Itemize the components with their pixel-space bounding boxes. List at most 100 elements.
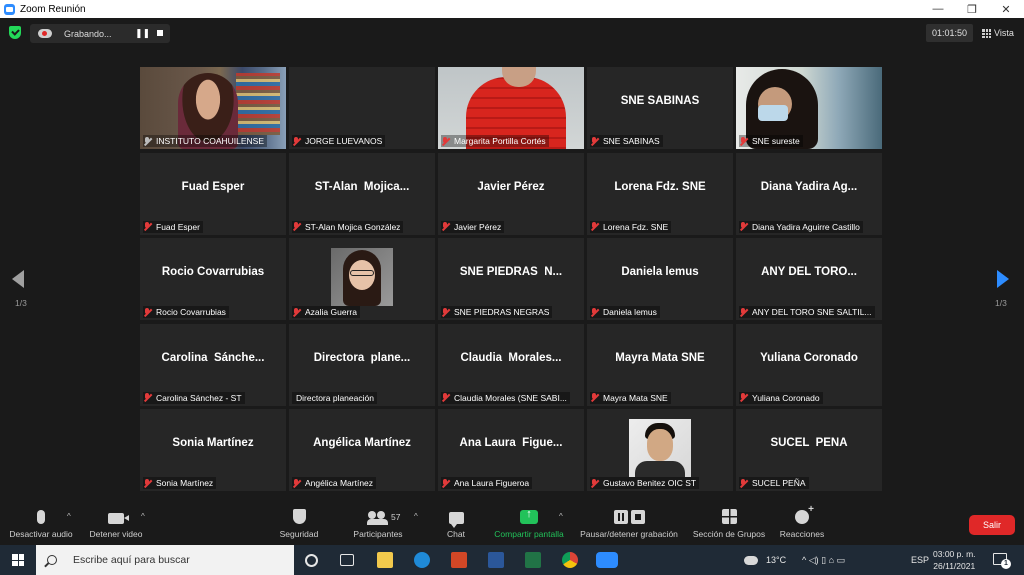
participant-tile[interactable]: JORGE LUEVANOS bbox=[289, 67, 435, 149]
participant-name-label: SNE sureste bbox=[739, 135, 803, 147]
task-view-icon[interactable] bbox=[340, 554, 354, 566]
next-page-arrow-icon[interactable] bbox=[997, 270, 1009, 288]
view-label: Vista bbox=[994, 28, 1014, 38]
file-explorer-icon[interactable] bbox=[377, 552, 393, 568]
participants-icon bbox=[367, 511, 388, 525]
participant-name-label: Carolina Sánchez - ST bbox=[143, 391, 245, 404]
participant-tile[interactable]: Ana Laura Figue... Ana Laura Figueroa bbox=[438, 409, 584, 491]
meeting-top-bar: Grabando... ❚❚ 01:01:50 Vista bbox=[0, 18, 1024, 48]
encryption-shield-icon[interactable] bbox=[9, 26, 21, 39]
participant-name-label: Daniela lemus bbox=[590, 306, 660, 318]
participant-tile[interactable]: SUCEL PEÑA SUCEL PEÑA bbox=[736, 409, 882, 491]
participant-display-name: SNE SABINAS bbox=[620, 95, 700, 107]
view-button[interactable]: Vista bbox=[978, 24, 1018, 42]
leave-button[interactable]: Salir bbox=[969, 515, 1015, 535]
grid-view-icon bbox=[982, 28, 991, 38]
participants-count: 57 bbox=[391, 512, 401, 522]
audio-options-chevron-icon[interactable]: ^ bbox=[67, 512, 71, 521]
share-options-chevron-icon[interactable]: ^ bbox=[559, 512, 563, 521]
muted-microphone-icon bbox=[441, 307, 450, 317]
security-button[interactable]: Seguridad bbox=[272, 506, 326, 539]
word-icon[interactable] bbox=[488, 552, 504, 568]
previous-page-arrow-icon[interactable] bbox=[12, 270, 24, 288]
participant-tile[interactable]: Mayra Mata SNE Mayra Mata SNE bbox=[587, 323, 733, 406]
muted-microphone-icon bbox=[739, 393, 748, 402]
participant-tile[interactable]: INSTITUTO COAHUILENSE bbox=[140, 67, 286, 149]
participant-tile[interactable]: Yuliana Coronado Yuliana Coronado bbox=[736, 323, 882, 406]
share-screen-button[interactable]: Compartir pantalla bbox=[490, 506, 568, 539]
pause-stop-recording-button[interactable]: Pausar/detener grabación bbox=[576, 506, 682, 539]
participants-options-chevron-icon[interactable]: ^ bbox=[414, 512, 418, 521]
participant-display-name: SUCEL PEÑA bbox=[770, 437, 848, 449]
participant-name: SUCEL PEÑA bbox=[752, 478, 806, 488]
language-indicator[interactable]: ESP bbox=[911, 545, 929, 575]
clock[interactable]: 03:00 p. m. 26/11/2021 bbox=[933, 548, 976, 572]
participant-tile[interactable]: SNE SABINAS SNE SABINAS bbox=[587, 67, 733, 149]
participant-tile[interactable]: SNE sureste bbox=[736, 67, 882, 149]
participant-tile[interactable]: Directora plane... Directora planeación bbox=[289, 323, 435, 406]
taskbar-search[interactable]: Escribe aquí para buscar bbox=[36, 545, 294, 575]
participant-tile[interactable]: Gustavo Benitez OIC ST bbox=[587, 409, 733, 491]
participant-tile[interactable]: ST-Alan Mojica... ST-Alan Mojica González bbox=[289, 152, 435, 235]
participant-name: Margarita Portilla Cortés bbox=[454, 136, 546, 146]
mute-button[interactable]: Desactivar audio bbox=[8, 506, 74, 539]
notifications-icon[interactable]: 1 bbox=[993, 553, 1011, 569]
participant-tile[interactable]: Margarita Portilla Cortés bbox=[438, 67, 584, 149]
participant-name: Mayra Mata SNE bbox=[603, 392, 668, 403]
excel-icon[interactable] bbox=[525, 552, 541, 568]
participant-name-label: Diana Yadira Aguirre Castillo bbox=[739, 220, 863, 233]
chrome-icon[interactable] bbox=[562, 552, 578, 568]
participant-tile[interactable]: Fuad Esper Fuad Esper bbox=[140, 152, 286, 235]
restore-button[interactable]: ❐ bbox=[955, 0, 989, 18]
chat-label: Chat bbox=[447, 529, 465, 539]
participant-name: Sonia Martínez bbox=[156, 478, 214, 488]
participant-tile[interactable]: ANY DEL TORO... ANY DEL TORO SNE SALTIL..… bbox=[736, 238, 882, 320]
minimize-button[interactable]: — bbox=[921, 0, 955, 18]
edge-icon[interactable] bbox=[414, 552, 430, 568]
participant-tile[interactable]: Angélica Martínez Angélica Martínez bbox=[289, 409, 435, 491]
cortana-icon[interactable] bbox=[305, 554, 318, 567]
participant-name: Azalia Guerra bbox=[305, 307, 357, 317]
page-indicator-left: 1/3 bbox=[15, 298, 27, 308]
breakout-rooms-button[interactable]: Sección de Grupos bbox=[690, 506, 768, 539]
participant-display-name: Rocio Covarrubias bbox=[161, 266, 265, 278]
chat-button[interactable]: Chat bbox=[438, 506, 474, 539]
muted-microphone-icon bbox=[441, 393, 450, 402]
participant-tile[interactable]: Javier Pérez Javier Pérez bbox=[438, 152, 584, 235]
close-button[interactable]: ✕ bbox=[989, 0, 1023, 18]
participant-tile[interactable]: Carolina Sánche... Carolina Sánchez - ST bbox=[140, 323, 286, 406]
muted-microphone-icon bbox=[739, 478, 748, 488]
participant-tile[interactable]: Sonia Martínez Sonia Martínez bbox=[140, 409, 286, 491]
windows-start-icon[interactable] bbox=[12, 554, 24, 566]
stop-video-button[interactable]: Detener video bbox=[86, 506, 146, 539]
system-tray-icons[interactable]: ^ ◁) ▯ ⌂ ▭ bbox=[802, 545, 845, 575]
participant-photo bbox=[331, 248, 393, 306]
muted-microphone-icon bbox=[292, 478, 301, 488]
muted-microphone-icon bbox=[739, 136, 748, 146]
temperature[interactable]: 13°C bbox=[766, 545, 786, 575]
participant-tile[interactable]: Diana Yadira Ag... Diana Yadira Aguirre C… bbox=[736, 152, 882, 235]
participant-name-label: Azalia Guerra bbox=[292, 306, 360, 318]
participant-display-name: Ana Laura Figue... bbox=[459, 437, 563, 449]
participant-tile[interactable]: Azalia Guerra bbox=[289, 238, 435, 320]
powerpoint-icon[interactable] bbox=[451, 552, 467, 568]
participant-tile[interactable]: Lorena Fdz. SNE Lorena Fdz. SNE bbox=[587, 152, 733, 235]
participant-tile[interactable]: Rocio Covarrubias Rocio Covarrubias bbox=[140, 238, 286, 320]
participant-tile[interactable]: SNE PIEDRAS N... SNE PIEDRAS NEGRAS bbox=[438, 238, 584, 320]
stop-recording-button[interactable] bbox=[154, 27, 166, 39]
participant-name-label: Claudia Morales (SNE SABI... bbox=[441, 391, 570, 404]
participants-button[interactable]: Participantes bbox=[346, 506, 410, 539]
participant-tile[interactable]: Daniela lemus Daniela lemus bbox=[587, 238, 733, 320]
participants-label: Participantes bbox=[353, 529, 403, 539]
clock-time: 03:00 p. m. bbox=[933, 549, 976, 559]
recording-icon bbox=[38, 29, 52, 38]
windows-taskbar: Escribe aquí para buscar 13°C ^ ◁) ▯ ⌂ ▭… bbox=[0, 545, 1024, 575]
rooms-label: Sección de Grupos bbox=[692, 529, 766, 539]
reactions-button[interactable]: Reacciones bbox=[776, 504, 828, 539]
video-options-chevron-icon[interactable]: ^ bbox=[141, 512, 145, 521]
pause-recording-button[interactable]: ❚❚ bbox=[135, 27, 150, 39]
muted-microphone-icon bbox=[590, 393, 599, 402]
muted-microphone-icon bbox=[292, 136, 301, 146]
participant-tile[interactable]: Claudia Morales... Claudia Morales (SNE S… bbox=[438, 323, 584, 406]
zoom-taskbar-icon[interactable] bbox=[596, 552, 618, 568]
